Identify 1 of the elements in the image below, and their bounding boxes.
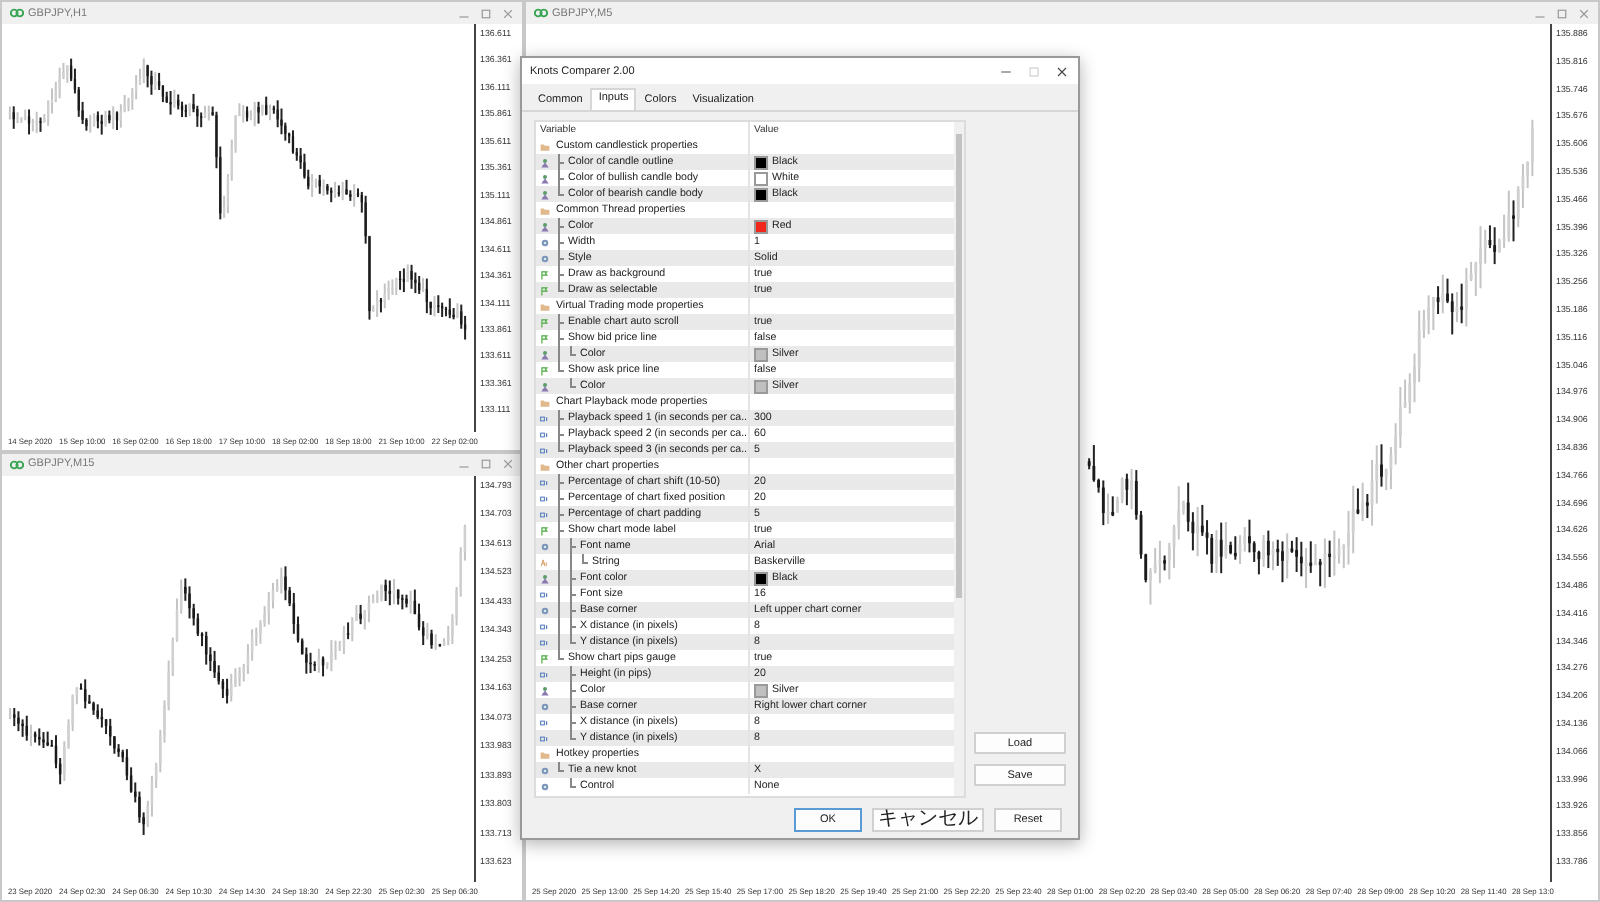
dialog-button[interactable]: キャンセル <box>872 808 984 832</box>
